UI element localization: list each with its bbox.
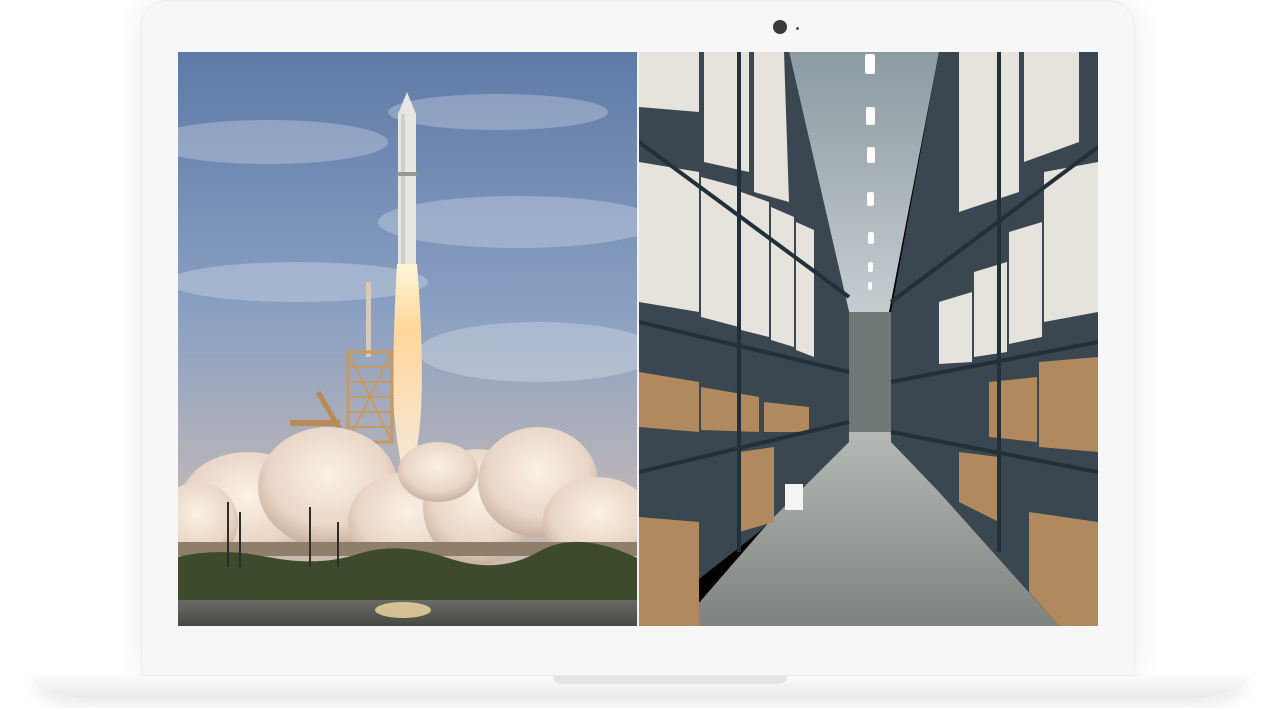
warehouse-image xyxy=(639,52,1098,626)
laptop-screen xyxy=(178,52,1098,626)
laptop-base xyxy=(31,676,1249,698)
laptop-mockup xyxy=(0,0,1279,708)
webcam-icon xyxy=(773,20,787,34)
rocket-launch-image xyxy=(178,52,637,626)
trackpad-notch xyxy=(553,676,787,684)
camera-led-icon xyxy=(796,27,799,30)
